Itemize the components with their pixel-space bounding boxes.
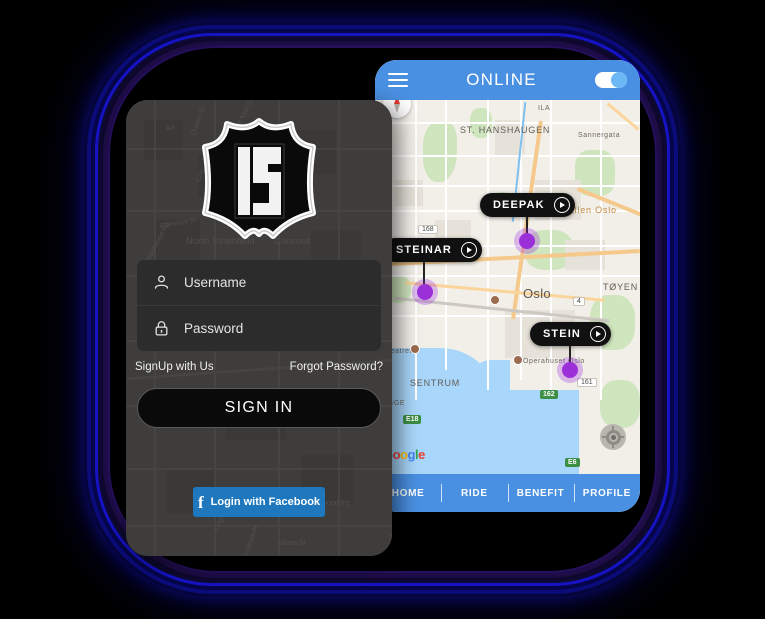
driver-location-blip <box>562 362 579 378</box>
route-shield: 161 <box>577 378 597 387</box>
online-status-title: ONLINE <box>466 70 537 89</box>
arrow-circle-icon[interactable] <box>460 242 477 258</box>
poi-marker[interactable] <box>490 295 500 305</box>
map-label: ILA <box>538 105 551 112</box>
route-shield: 162 <box>540 390 558 399</box>
route-shield: 4 <box>573 297 585 306</box>
credentials-card: Username Password <box>137 260 381 351</box>
locate-target-icon[interactable] <box>600 424 626 450</box>
route-shield: E18 <box>403 415 422 424</box>
driver-marker-steinar[interactable]: STEINAR <box>383 238 482 300</box>
online-toggle[interactable] <box>595 72 627 88</box>
login-phone-screen: A3 Queen St The Mall St Underwood Rd Pom… <box>126 100 392 556</box>
facebook-login-button[interactable]: f Login with Facebook <box>193 487 325 517</box>
map-label: Sannergata <box>578 132 621 139</box>
map-label: ST. HANSHAUGEN <box>460 125 551 135</box>
driver-marker-deepak[interactable]: DEEPAK <box>480 193 575 249</box>
map-label: TØYEN <box>603 282 639 292</box>
driver-name: DEEPAK <box>493 199 545 211</box>
username-placeholder: Username <box>184 275 247 290</box>
poi-marker[interactable] <box>513 355 523 365</box>
route-shield: E6 <box>565 458 580 467</box>
facebook-login-label: Login with Facebook <box>210 496 321 508</box>
map-label: Oslo <box>523 286 551 301</box>
bottom-navigation-bar: HOME RIDE BENEFIT PROFILE <box>375 474 640 512</box>
driver-pill[interactable]: STEINAR <box>383 238 482 262</box>
driver-name: STEINAR <box>396 244 452 256</box>
arrow-circle-icon[interactable] <box>553 197 570 213</box>
poi-marker[interactable] <box>410 344 420 354</box>
driver-pill[interactable]: STEIN <box>530 322 611 346</box>
hamburger-menu-icon[interactable] <box>388 73 408 87</box>
route-shield: 168 <box>418 225 438 234</box>
password-field[interactable]: Password <box>137 305 381 350</box>
sign-in-button[interactable]: SIGN IN <box>137 388 381 428</box>
username-field[interactable]: Username <box>137 260 381 305</box>
nav-item-ride[interactable]: RIDE <box>441 484 507 502</box>
facebook-f-icon: f <box>197 492 204 512</box>
shield-monogram-logo <box>195 117 323 245</box>
arrow-circle-icon[interactable] <box>589 326 606 342</box>
nav-item-benefit[interactable]: BENEFIT <box>507 484 574 502</box>
screenshot-stage: ST. HANSHAUGEN ILA Sannergata hallen Osl… <box>0 0 765 619</box>
password-placeholder: Password <box>184 320 244 336</box>
nav-item-profile[interactable]: PROFILE <box>573 484 640 502</box>
signup-link[interactable]: SignUp with Us <box>135 361 214 373</box>
driver-marker-stein[interactable]: STEIN <box>530 322 611 378</box>
map-label: SENTRUM <box>410 378 461 388</box>
map-phone-screen: ST. HANSHAUGEN ILA Sannergata hallen Osl… <box>375 60 640 512</box>
driver-location-blip <box>417 284 433 300</box>
map-header-bar: ONLINE <box>375 60 640 100</box>
driver-pill[interactable]: DEEPAK <box>480 193 575 217</box>
forgot-password-link[interactable]: Forgot Password? <box>290 361 383 373</box>
driver-name: STEIN <box>543 328 581 340</box>
sign-in-label: SIGN IN <box>224 399 294 416</box>
person-icon <box>153 274 170 291</box>
lock-icon <box>153 320 170 337</box>
driver-location-blip <box>519 233 536 249</box>
auth-links-row: SignUp with Us Forgot Password? <box>135 361 383 373</box>
